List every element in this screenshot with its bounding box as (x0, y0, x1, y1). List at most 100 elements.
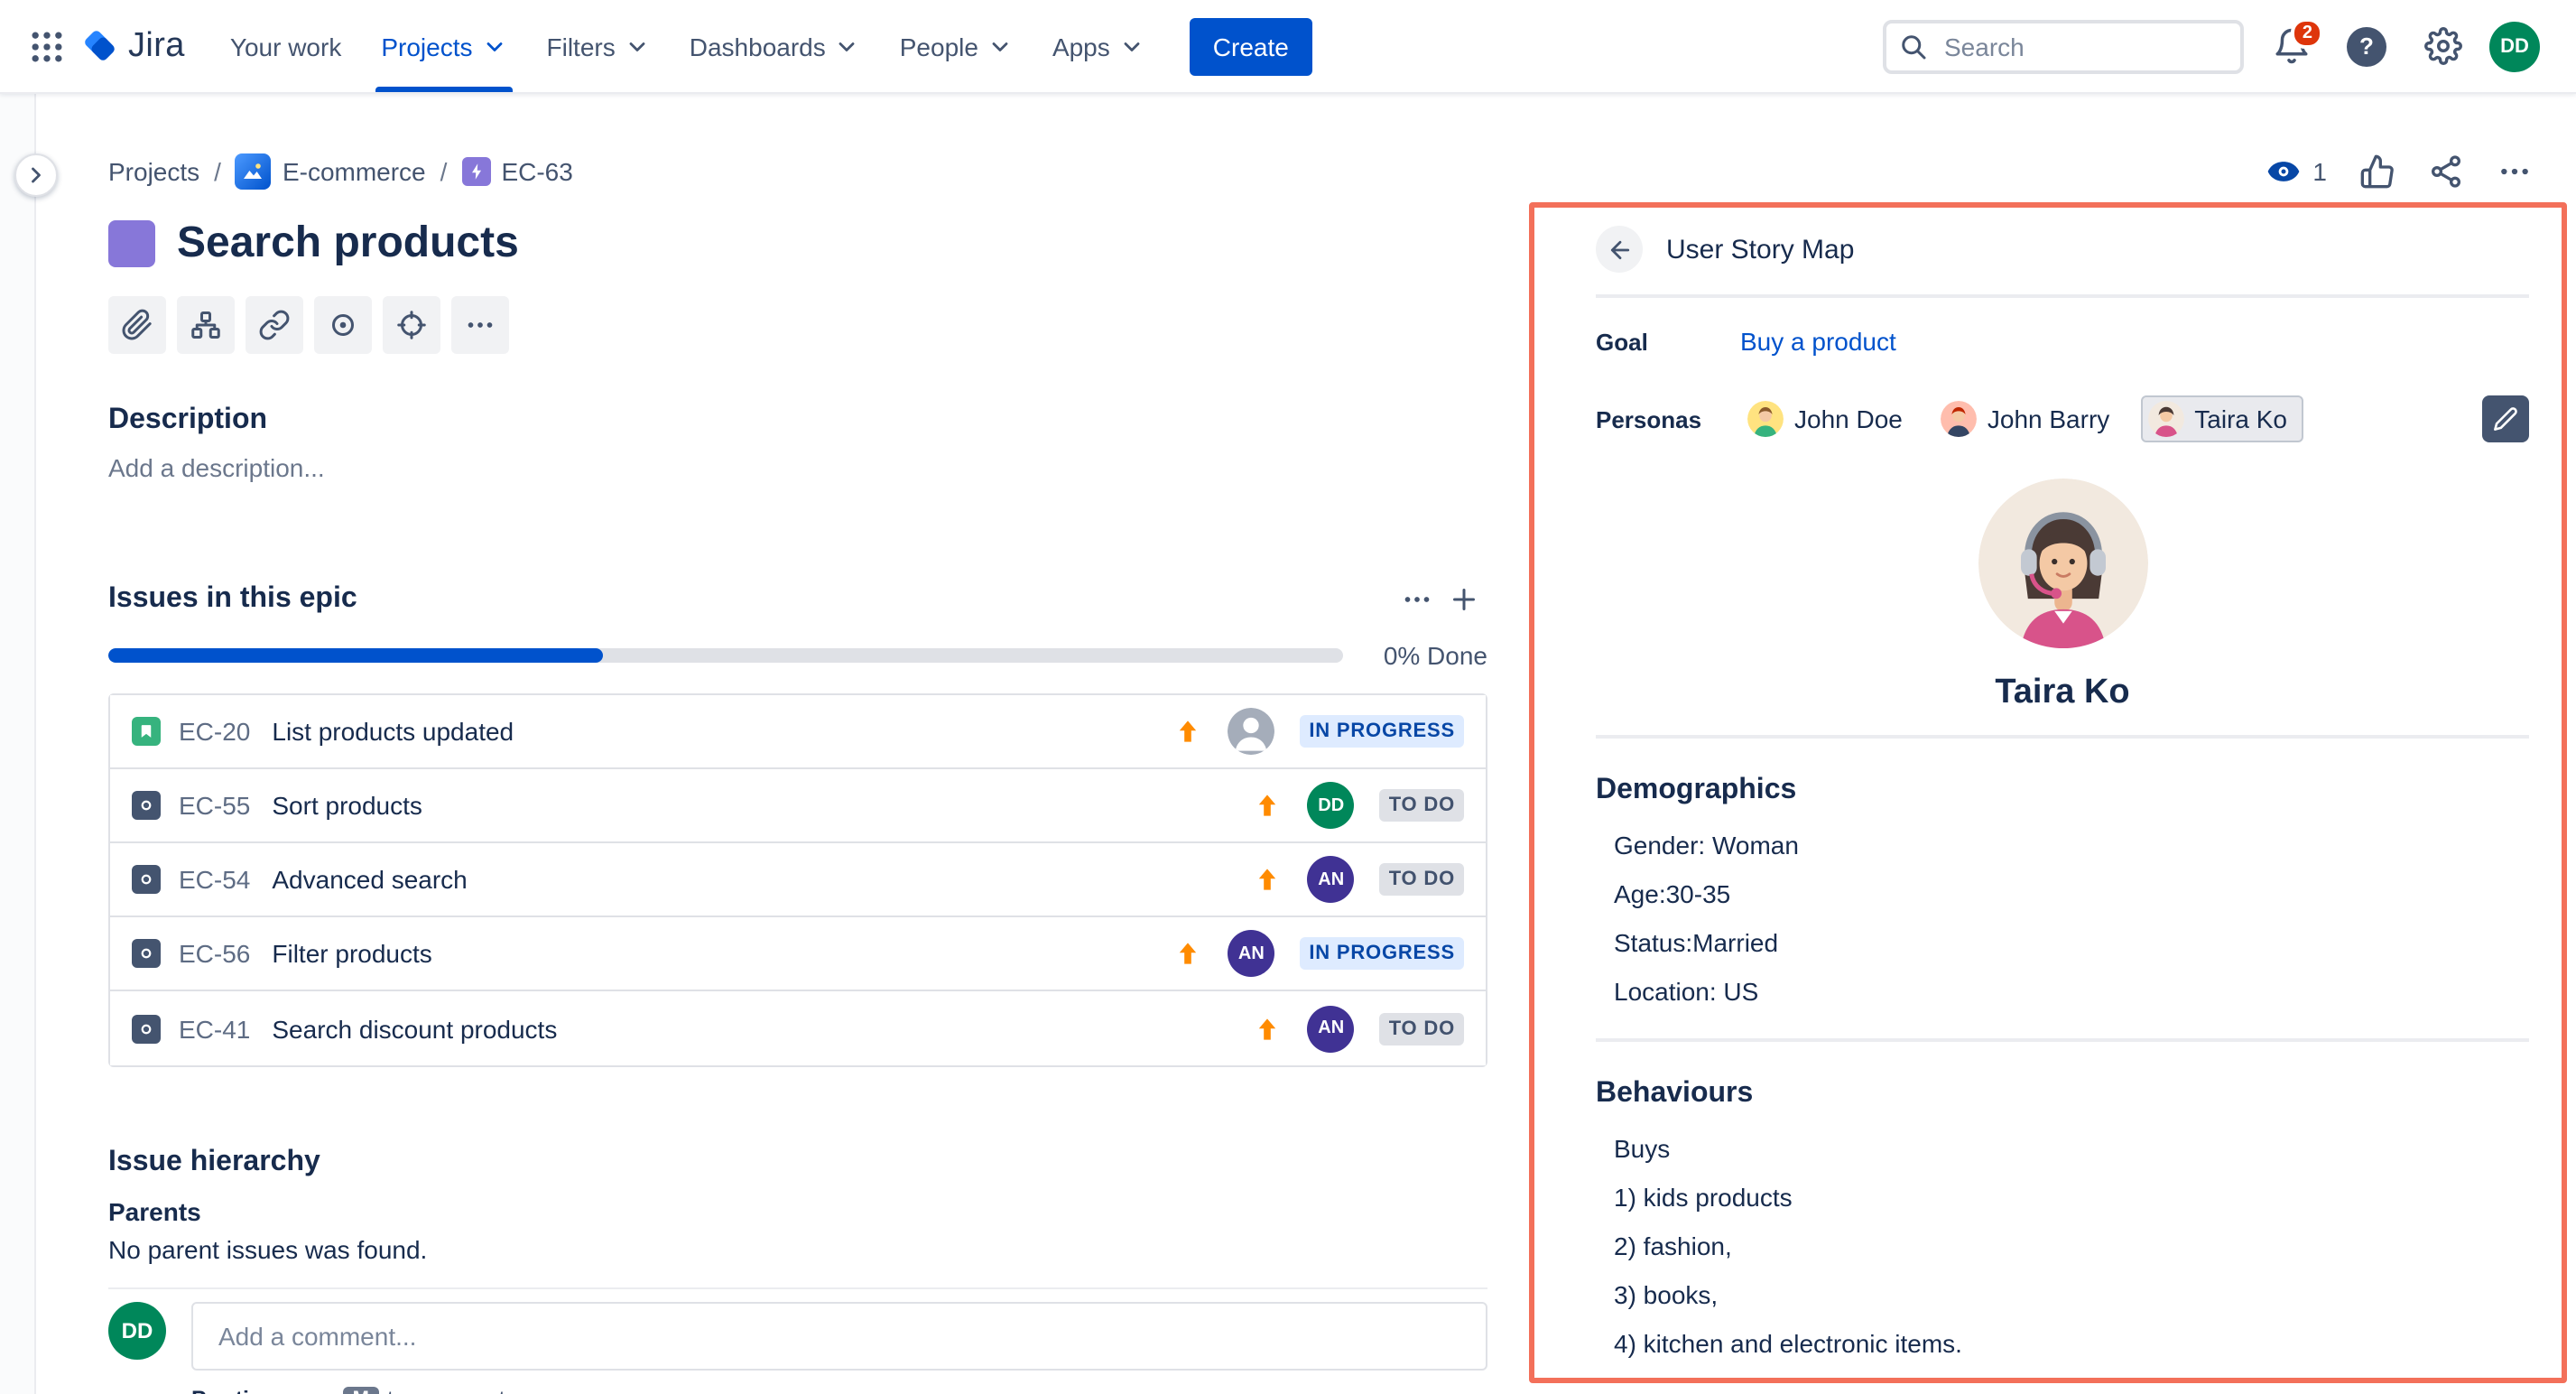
assignee-avatar[interactable]: AN (1308, 856, 1355, 903)
issue-row-ec-54[interactable]: EC-54 Advanced search AN TO DO (110, 843, 1486, 917)
goal-link[interactable]: Buy a product (1740, 327, 1896, 356)
issue-row-ec-56[interactable]: EC-56 Filter products AN IN PROGRESS (110, 917, 1486, 991)
top-navbar: Jira Your work Projects Filters (0, 0, 2576, 94)
issue-title[interactable]: Advanced search (272, 865, 467, 894)
epic-issues-more-button[interactable] (1394, 576, 1441, 623)
issue-column: Search products (108, 217, 1487, 1394)
collapsed-sidebar-rail (0, 94, 36, 1394)
nav-item-filters[interactable]: Filters (527, 0, 670, 92)
behaviour-item: Buys items during sales, adds mutiple it… (1614, 1369, 2529, 1383)
status-badge[interactable]: TO DO (1380, 789, 1464, 822)
scope-button[interactable] (314, 296, 372, 354)
link-issue-button[interactable] (246, 296, 303, 354)
notifications-button[interactable]: 2 (2262, 17, 2320, 75)
persona-name: John Doe (1794, 404, 1903, 433)
edit-personas-button[interactable] (2482, 395, 2529, 442)
chevron-down-icon (835, 34, 860, 60)
persona-chip-taira-ko[interactable]: Taira Ko (2140, 395, 2303, 442)
status-badge[interactable]: IN PROGRESS (1300, 715, 1464, 748)
persona-portrait (1978, 479, 2147, 648)
ellipsis-icon (2497, 153, 2533, 190)
nav-item-dashboards[interactable]: Dashboards (670, 0, 880, 92)
status-badge[interactable]: TO DO (1380, 863, 1464, 896)
breadcrumb-projects[interactable]: Projects (108, 157, 199, 186)
issue-title[interactable]: Search discount products (272, 1014, 557, 1043)
breadcrumb-project[interactable]: E-commerce (236, 153, 426, 190)
user-story-map-panel: User Story Map Goal Buy a product Person… (1529, 202, 2567, 1383)
panel-back-button[interactable] (1596, 226, 1643, 273)
issue-row-ec-20[interactable]: EC-20 List products updated IN PROGRESS (110, 695, 1486, 769)
priority-high-icon (1254, 1014, 1283, 1043)
comment-input[interactable] (191, 1302, 1487, 1371)
comment-pro-tip: Pro tip: press M to comment (191, 1387, 1487, 1394)
persona-portrait-wrap (1596, 479, 2529, 648)
issue-row-ec-55[interactable]: EC-55 Sort products DD TO DO (110, 769, 1486, 843)
assignee-avatar[interactable]: AN (1308, 1005, 1355, 1052)
status-badge[interactable]: IN PROGRESS (1300, 937, 1464, 970)
create-button[interactable]: Create (1190, 17, 1312, 75)
issue-title[interactable]: Sort products (272, 791, 422, 820)
add-child-issue-button[interactable] (177, 296, 235, 354)
issue-title[interactable]: List products updated (272, 717, 514, 746)
primary-nav: Your work Projects Filters Dashboards (210, 0, 1164, 92)
persona-name: Taira Ko (2194, 404, 2287, 433)
ellipsis-icon (464, 309, 496, 341)
like-button[interactable] (2359, 153, 2395, 190)
toolbar-more-button[interactable] (451, 296, 509, 354)
issue-key[interactable]: EC-54 (179, 865, 250, 894)
jira-app: Jira Your work Projects Filters (0, 0, 2576, 1394)
unassigned-avatar[interactable] (1228, 708, 1274, 755)
help-icon: ? (2347, 26, 2386, 66)
attach-button[interactable] (108, 296, 166, 354)
add-issue-button[interactable] (1441, 576, 1487, 623)
help-button[interactable]: ? (2338, 17, 2395, 75)
jira-logo[interactable]: Jira (76, 25, 199, 67)
more-actions-button[interactable] (2497, 153, 2533, 190)
settings-button[interactable] (2414, 17, 2471, 75)
project-avatar-icon (236, 153, 272, 190)
issue-row-ec-41[interactable]: EC-41 Search discount products AN TO DO (110, 991, 1486, 1065)
assignee-avatar[interactable]: DD (1308, 782, 1355, 829)
comment-composer: DD (108, 1302, 1487, 1371)
nav-item-projects[interactable]: Projects (361, 0, 526, 92)
current-user-avatar: DD (108, 1302, 166, 1360)
issue-title[interactable]: Filter products (272, 939, 431, 968)
search-input[interactable] (1883, 19, 2244, 73)
nav-item-people[interactable]: People (880, 0, 1033, 92)
issue-key[interactable]: EC-56 (179, 939, 250, 968)
issue-key[interactable]: EC-55 (179, 791, 250, 820)
watch-button[interactable]: 1 (2266, 153, 2327, 190)
expand-sidebar-button[interactable] (14, 153, 58, 197)
behaviour-item: 1) kids products (1614, 1174, 2529, 1222)
crosshair-button[interactable] (383, 296, 440, 354)
status-badge[interactable]: TO DO (1380, 1012, 1464, 1045)
share-button[interactable] (2428, 153, 2464, 190)
behaviour-item: 4) kitchen and electronic items. (1614, 1320, 2529, 1369)
demographic-item: Location: US (1614, 968, 2529, 1017)
crosshair-icon (395, 309, 428, 341)
demographics-list: Gender: Woman Age:30-35 Status:Married L… (1596, 822, 2529, 1017)
issue-key[interactable]: EC-20 (179, 717, 250, 746)
user-avatar[interactable]: DD (2489, 21, 2540, 71)
navbar-right: 2 ? DD (1883, 17, 2540, 75)
assignee-avatar[interactable]: AN (1228, 930, 1274, 977)
story-type-icon (132, 717, 161, 746)
persona-chip-john-doe[interactable]: John Doe (1740, 395, 1919, 442)
breadcrumb-issue[interactable]: EC-63 (461, 157, 572, 186)
nav-item-your-work[interactable]: Your work (210, 0, 362, 92)
persona-chip-john-barry[interactable]: John Barry (1933, 395, 2126, 442)
persona-avatar (2147, 401, 2183, 437)
eye-icon (2266, 153, 2302, 190)
epic-done-label: 0% Done (1376, 641, 1487, 670)
nav-item-apps[interactable]: Apps (1033, 0, 1164, 92)
app-switcher-button[interactable] (18, 17, 76, 75)
personas-row: Personas John Doe John Barry (1596, 395, 2529, 442)
issue-key[interactable]: EC-41 (179, 1014, 250, 1043)
epic-issues-section: Issues in this epic (108, 576, 1487, 1067)
description-placeholder[interactable]: Add a description... (108, 453, 1487, 482)
chevron-down-icon (625, 34, 650, 60)
quick-add-toolbar (108, 296, 1487, 354)
plus-icon (1448, 583, 1480, 616)
personas-label: Personas (1596, 405, 1740, 432)
priority-high-icon (1173, 717, 1202, 746)
